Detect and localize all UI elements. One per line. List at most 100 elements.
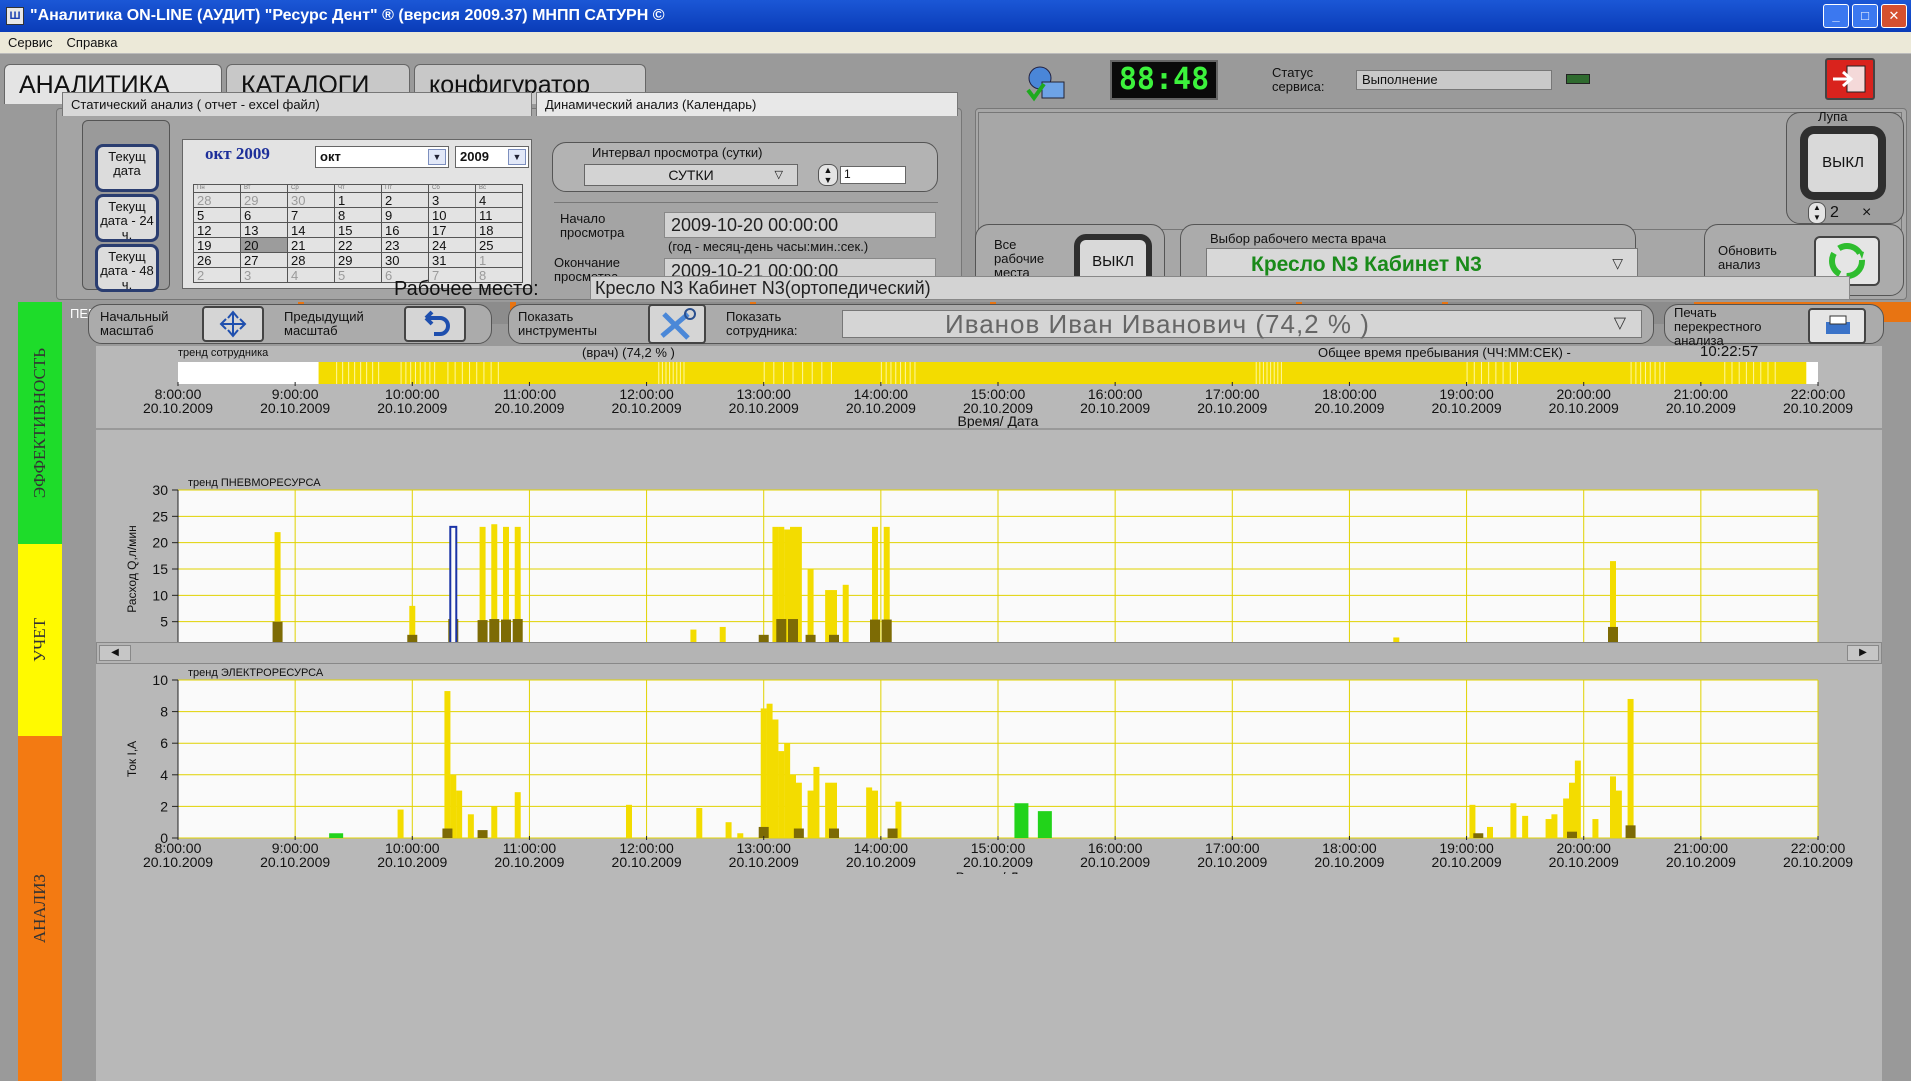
x-tick-date: 20.10.2009: [963, 854, 1033, 870]
calendar-day[interactable]: 29: [240, 192, 288, 208]
employee-presence-gap: [469, 362, 471, 384]
data-bar: [477, 830, 488, 838]
employee-presence-gap: [802, 362, 804, 384]
calendar-day[interactable]: 4: [287, 267, 335, 283]
calendar-day[interactable]: 6: [240, 207, 288, 223]
month-select[interactable]: окт ▼: [315, 146, 449, 168]
y-tick-label: 20: [152, 535, 168, 551]
calendar-day[interactable]: 21: [287, 237, 335, 253]
maximize-button[interactable]: □: [1852, 4, 1878, 28]
scroll-right-icon[interactable]: ▶: [1847, 645, 1879, 661]
minimize-button[interactable]: _: [1823, 4, 1849, 28]
calendar-day[interactable]: 11: [475, 207, 523, 223]
interval-value-field[interactable]: 1: [840, 166, 906, 184]
calendar-day[interactable]: 9: [381, 207, 429, 223]
start-label: Начало просмотра: [560, 211, 625, 240]
employee-presence-gap: [1731, 362, 1733, 384]
current-date-minus48-button[interactable]: Текущ дата - 48 ч.: [95, 244, 159, 292]
calendar-day[interactable]: 10: [428, 207, 476, 223]
y-tick-label: 15: [152, 561, 168, 577]
data-bar: [778, 751, 785, 838]
data-bar: [1545, 819, 1552, 838]
horizontal-scrollbar[interactable]: ◀ ▶: [96, 642, 1882, 664]
info-area: [978, 112, 1902, 230]
menu-service[interactable]: Сервис: [8, 35, 53, 50]
data-bar: [1014, 803, 1029, 838]
calendar-day[interactable]: 28: [193, 192, 241, 208]
tab-dynamic-analysis[interactable]: Динамический анализ (Календарь): [536, 92, 958, 116]
calendar-day[interactable]: 7: [287, 207, 335, 223]
calendar-day[interactable]: 1: [334, 192, 382, 208]
x-tick-date: 20.10.2009: [1197, 400, 1267, 416]
calendar-day[interactable]: 3: [428, 192, 476, 208]
data-bar: [887, 828, 898, 838]
calendar-day[interactable]: 18: [475, 222, 523, 238]
interval-unit-select[interactable]: СУТКИ ▽: [584, 164, 798, 186]
show-tools-button[interactable]: [648, 304, 706, 344]
calendar-day[interactable]: 5: [334, 267, 382, 283]
loupe-stepper[interactable]: ▲ ▼: [1808, 202, 1826, 224]
calendar-day[interactable]: 2: [193, 267, 241, 283]
calendar-day[interactable]: 15: [334, 222, 382, 238]
calendar-day[interactable]: 17: [428, 222, 476, 238]
data-bar: [444, 691, 451, 838]
loupe-value[interactable]: 2: [1830, 204, 1839, 222]
calendar-day[interactable]: 1: [475, 252, 523, 268]
data-bar: [825, 590, 832, 642]
calendar-day[interactable]: 25: [475, 237, 523, 253]
calendar-day[interactable]: 20: [240, 237, 288, 253]
calendar-day[interactable]: 2: [381, 192, 429, 208]
calendar-day[interactable]: 12: [193, 222, 241, 238]
calendar-day[interactable]: 31: [428, 252, 476, 268]
data-bar: [442, 828, 453, 838]
close-window-button[interactable]: ✕: [1881, 4, 1907, 28]
vtab-accounting[interactable]: УЧЕТ: [18, 544, 62, 736]
calendar-day[interactable]: 24: [428, 237, 476, 253]
vtab-efficiency[interactable]: ЭФФЕКТИВНОСТЬ: [18, 302, 62, 544]
calendar-day[interactable]: 14: [287, 222, 335, 238]
calendar-day[interactable]: 28: [287, 252, 335, 268]
x-tick-date: 20.10.2009: [260, 400, 330, 416]
calendar-day[interactable]: 5: [193, 207, 241, 223]
calendar-day[interactable]: 22: [334, 237, 382, 253]
start-datetime-field[interactable]: 2009-10-20 00:00:00: [664, 212, 936, 238]
calendar-day[interactable]: 27: [240, 252, 288, 268]
interval-stepper[interactable]: ▲ ▼: [818, 164, 838, 186]
year-select[interactable]: 2009 ▼: [455, 146, 529, 168]
initial-zoom-button[interactable]: [202, 306, 264, 342]
y-tick-label: 30: [152, 482, 168, 498]
weekday-header: Ср: [287, 184, 335, 193]
calendar-day[interactable]: 19: [193, 237, 241, 253]
calendar-day[interactable]: 3: [240, 267, 288, 283]
previous-zoom-button[interactable]: [404, 306, 466, 342]
window-titlebar: Ш "Аналитика ON-LINE (АУДИТ) "Ресурс Ден…: [0, 0, 1911, 32]
calendar-day[interactable]: 4: [475, 192, 523, 208]
vtab-analysis[interactable]: АНАЛИЗ: [18, 736, 62, 1081]
tab-static-analysis[interactable]: Статический анализ ( отчет - excel файл): [62, 92, 532, 116]
scroll-left-icon[interactable]: ◀: [99, 645, 131, 661]
calendar-day[interactable]: 13: [240, 222, 288, 238]
menu-help[interactable]: Справка: [67, 35, 118, 50]
employee-select[interactable]: Иванов Иван Иванович (74,2 % ) ▽: [842, 310, 1642, 338]
data-bar: [690, 629, 697, 642]
calendar-day[interactable]: 23: [381, 237, 429, 253]
calendar-day[interactable]: 16: [381, 222, 429, 238]
calendar-day[interactable]: 30: [287, 192, 335, 208]
data-bar: [272, 621, 283, 642]
data-bar: [1487, 826, 1493, 838]
calendar-day[interactable]: 29: [334, 252, 382, 268]
calendar-day[interactable]: 8: [334, 207, 382, 223]
calendar-day[interactable]: 30: [381, 252, 429, 268]
current-date-button[interactable]: Текущ дата: [95, 144, 159, 192]
print-button[interactable]: [1808, 308, 1866, 344]
calendar-day[interactable]: 26: [193, 252, 241, 268]
divider: [554, 202, 938, 203]
data-bar: [489, 619, 500, 642]
exit-icon[interactable]: [1825, 58, 1875, 100]
print-label: Печать перекрестного анализа: [1674, 305, 1762, 348]
loupe-toggle[interactable]: ВЫКЛ: [1800, 126, 1886, 200]
employee-presence-gap: [1745, 362, 1747, 384]
current-date-minus24-button[interactable]: Текущ дата - 24 ч.: [95, 194, 159, 242]
employee-presence-gap: [904, 362, 906, 384]
x-tick-date: 20.10.2009: [1666, 400, 1736, 416]
